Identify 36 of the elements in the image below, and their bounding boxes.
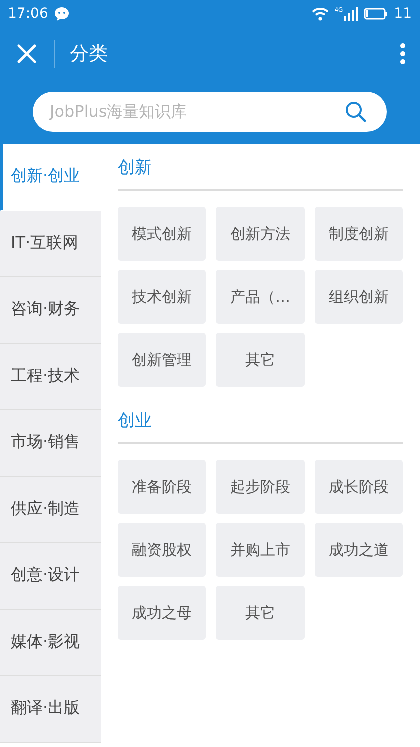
category-tab[interactable]: 市场·销售 [0, 410, 101, 476]
battery-level: 11 [394, 6, 412, 22]
signal-icon [344, 7, 358, 21]
clock-time: 17:06 [8, 6, 48, 22]
category-tab[interactable]: 媒体·影视 [0, 610, 101, 676]
topic-tag[interactable]: 组织创新 [315, 270, 403, 324]
topic-tag[interactable]: 成功之母 [118, 586, 206, 640]
category-tab[interactable]: 工程·技术 [0, 344, 101, 410]
battery-icon [364, 8, 388, 20]
category-tab[interactable]: 咨询·财务 [0, 277, 101, 344]
search-icon[interactable] [345, 101, 367, 123]
category-tab[interactable]: IT·互联网 [0, 210, 101, 277]
topic-tag[interactable]: 准备阶段 [118, 460, 206, 514]
category-tab[interactable]: 创意·设计 [0, 543, 101, 610]
more-menu-button[interactable] [400, 43, 406, 65]
topic-tag[interactable]: 创新管理 [118, 333, 206, 387]
category-tab[interactable]: 供应·制造 [0, 476, 101, 543]
topic-tag[interactable]: 其它 [216, 586, 305, 640]
section-title: 创业 [118, 397, 403, 444]
topic-tag[interactable]: 制度创新 [315, 207, 403, 261]
category-tab[interactable]: 翻译·出版 [0, 676, 101, 742]
close-button[interactable] [16, 43, 38, 65]
topic-tag[interactable]: 模式创新 [118, 207, 206, 261]
topic-tag[interactable]: 成功之道 [315, 523, 403, 577]
wifi-icon [312, 7, 329, 21]
chat-bubble-icon [54, 7, 70, 21]
topic-tag[interactable]: 成长阶段 [315, 460, 403, 514]
topic-tag[interactable]: 起步阶段 [216, 460, 305, 514]
section-title: 创新 [118, 144, 403, 191]
topic-tag[interactable]: 创新方法 [216, 207, 305, 261]
topic-tag[interactable]: 其它 [216, 333, 305, 387]
topic-tag[interactable]: 并购上市 [216, 523, 305, 577]
page-title: 分类 [70, 42, 109, 67]
topic-tag[interactable]: 融资股权 [118, 523, 206, 577]
topic-tag[interactable]: 产品（… [216, 270, 305, 324]
topic-tag[interactable]: 技术创新 [118, 270, 206, 324]
